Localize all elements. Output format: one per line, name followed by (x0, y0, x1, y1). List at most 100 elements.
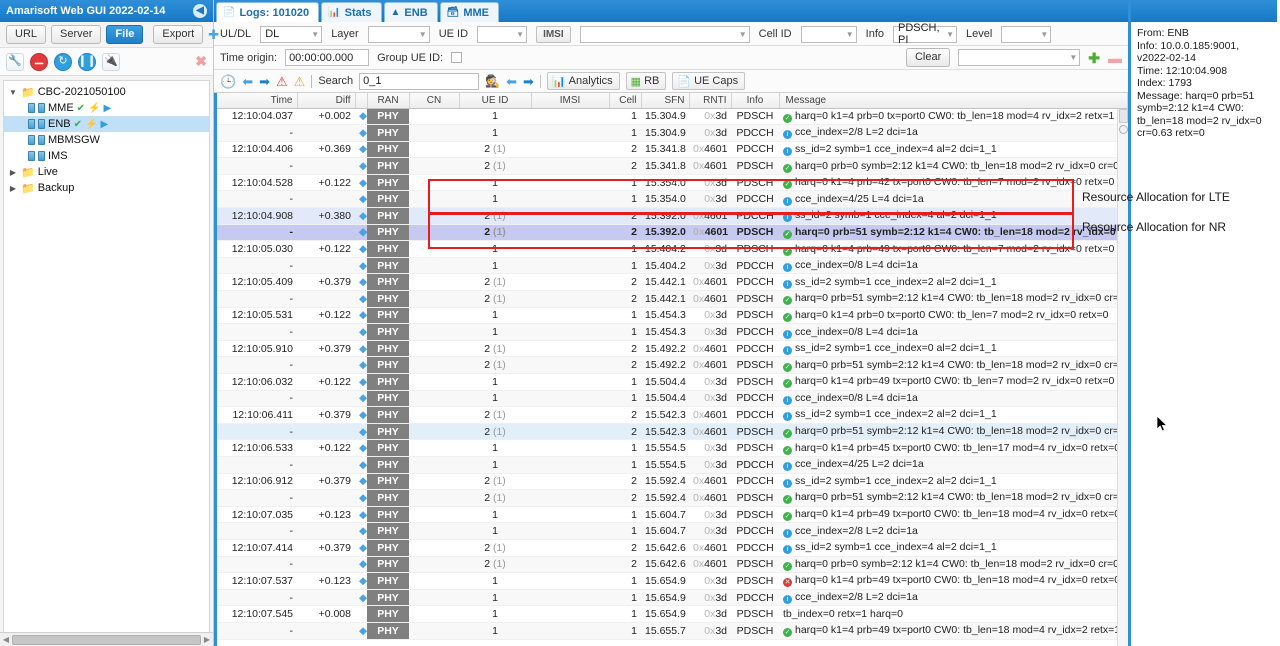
tree-node-backup[interactable]: ▶ 📁 Backup (4, 180, 209, 196)
arrow-left-icon[interactable]: ⬅ (242, 75, 253, 88)
minus-icon[interactable]: ▬ (1108, 51, 1122, 65)
scroll-marker[interactable] (1119, 125, 1128, 134)
table-row[interactable]: - ◆ PHY 1 1 15.304.9 0x3d PDCCH i cce_index=2/8 L… (217, 124, 1128, 142)
col-header-ran[interactable]: RAN (367, 93, 410, 109)
table-row[interactable]: 12:10:05.910 +0.379 ◆ PHY 2 (1) 2 15.492.2 0x46… (217, 340, 1128, 358)
table-row[interactable]: 12:10:07.545 +0.008 PHY 1 1 15.654.9 0x3d PDSCH… (217, 605, 1128, 623)
tree-node-mme[interactable]: MME ✔ ⚡ ▶ (4, 100, 209, 116)
preset-select[interactable]: ▼ (958, 49, 1081, 66)
arrow-right-icon[interactable]: ➡ (259, 75, 270, 88)
tab-mme[interactable]: 🗃 MME (439, 2, 500, 22)
col-header-cn[interactable]: CN (409, 93, 460, 109)
table-row[interactable]: - ◆ PHY 2 (1) 2 15.341.8 0x4601 PDSCH ✓ harq=0 pr… (217, 157, 1128, 175)
table-row[interactable]: 12:10:05.030 +0.122 ◆ PHY 1 1 15.404.2 0x3d PDSC… (217, 240, 1128, 258)
table-row[interactable]: 12:10:04.406 +0.369 ◆ PHY 2 (1) 2 15.341.8 0x46… (217, 141, 1128, 159)
table-row[interactable]: 12:10:04.908 +0.380 ◆ PHY 2 (1) 2 15.392.0 0x46… (217, 207, 1128, 225)
tree-node-live[interactable]: ▶ 📁 Live (4, 164, 209, 180)
binoculars-icon[interactable]: 🕵 (485, 74, 500, 88)
col-header-imsi[interactable]: IMSI (531, 93, 610, 109)
table-row[interactable]: - ◆ PHY 1 1 15.655.7 0x3d PDSCH ✓ harq=0 k1=4 prb… (217, 622, 1128, 640)
table-row[interactable]: 12:10:05.531 +0.122 ◆ PHY 1 1 15.454.3 0x3d PDSC… (217, 307, 1128, 325)
col-header-sfn[interactable]: SFN (641, 93, 690, 109)
table-row[interactable]: 12:10:06.912 +0.379 ◆ PHY 2 (1) 2 15.592.4 0x46… (217, 473, 1128, 491)
wrench-icon[interactable]: 🔧 (6, 52, 24, 71)
sidebar-horizontal-scrollbar[interactable]: ◀ ▶ (0, 632, 213, 646)
status-play-icon[interactable]: ▶ (100, 119, 108, 130)
scroll-right-icon[interactable]: ▶ (201, 635, 213, 644)
col-header-info[interactable]: Info (731, 93, 780, 109)
clock-icon[interactable]: 🕒 (220, 75, 236, 88)
scroll-thumb[interactable] (1119, 109, 1128, 123)
table-row[interactable]: 12:10:06.533 +0.122 ◆ PHY 1 1 15.554.5 0x3d PDSC… (217, 439, 1128, 457)
col-header-cell[interactable]: Cell (609, 93, 642, 109)
table-row[interactable]: - ◆ PHY 1 1 15.604.7 0x3d PDCCH i cce_index=2/8 L… (217, 522, 1128, 540)
table-row[interactable]: 12:10:04.528 +0.122 ◆ PHY 1 1 15.354.0 0x3d PDSC… (217, 174, 1128, 192)
reload-icon[interactable]: ↻ (54, 52, 72, 71)
pause-icon[interactable]: ❙❙ (78, 52, 96, 71)
table-row[interactable]: - ◆ PHY 2 (1) 2 15.392.0 0x4601 PDSCH ✓ harq=0 pr… (217, 224, 1128, 242)
col-header-message[interactable]: Message (779, 93, 1128, 109)
table-row[interactable]: - ◆ PHY 2 (1) 2 15.492.2 0x4601 PDSCH ✓ harq=0 pr… (217, 356, 1128, 374)
search-prev-icon[interactable]: ⬅ (506, 75, 517, 88)
chevron-down-icon[interactable]: ▼ (8, 88, 18, 97)
export-button[interactable]: Export (153, 25, 204, 44)
tab-logs[interactable]: 📄 Logs: 101020 (216, 2, 320, 22)
chevron-left-icon[interactable]: ◀ (193, 4, 207, 18)
table-row[interactable]: - ◆ PHY 1 1 15.504.4 0x3d PDCCH i cce_index=0/8 L… (217, 390, 1128, 408)
cellid-select[interactable]: ▼ (800, 25, 857, 43)
table-row[interactable]: - ◆ PHY 1 1 15.404.2 0x3d PDCCH i cce_index=0/8 L… (217, 257, 1128, 275)
info-select[interactable]: PDSCH, PI ▼ (893, 22, 957, 46)
chevron-right-icon[interactable]: ▶ (8, 184, 18, 193)
add-source-icon[interactable]: ✚ (208, 28, 219, 41)
uldl-select[interactable]: DL ▼ (260, 25, 323, 43)
layer-select[interactable]: ▼ (367, 25, 430, 43)
table-row[interactable]: 12:10:06.411 +0.379 ◆ PHY 2 (1) 2 15.542.3 0x46… (217, 406, 1128, 424)
tab-enb[interactable]: ▲ ENB (383, 2, 438, 22)
tree-node-enb[interactable]: ENB ✔ ⚡ ▶ (4, 116, 209, 132)
warning-icon[interactable]: ⚠ (294, 75, 306, 88)
group-ueid-checkbox[interactable] (451, 52, 463, 63)
search-next-icon[interactable]: ➡ (523, 75, 534, 88)
level-select[interactable]: ▼ (1001, 25, 1052, 43)
imsi-button[interactable]: IMSI (536, 25, 571, 43)
plug-icon[interactable]: 🔌 (102, 52, 120, 71)
table-row[interactable]: - ◆ PHY 2 (1) 2 15.442.1 0x4601 PDSCH ✓ harq=0 pr… (217, 290, 1128, 308)
uecaps-button[interactable]: 📄 UE Caps (672, 72, 746, 90)
table-row[interactable]: - ◆ PHY 2 (1) 2 15.542.3 0x4601 PDSCH ✓ harq=0 pr… (217, 423, 1128, 441)
table-row[interactable]: 12:10:06.032 +0.122 ◆ PHY 1 1 15.504.4 0x3d PDSC… (217, 373, 1128, 391)
tree-node-ims[interactable]: IMS (4, 148, 209, 164)
col-header-diff[interactable]: Diff (297, 93, 356, 109)
search-input[interactable]: 0_1 (359, 72, 480, 90)
plus-icon[interactable]: ✚ (1088, 51, 1100, 65)
stop-icon[interactable]: ⚊ (30, 52, 48, 71)
table-row[interactable]: 12:10:07.035 +0.123 ◆ PHY 1 1 15.604.7 0x3d PDSC… (217, 506, 1128, 524)
col-header-ueid[interactable]: UE ID (459, 93, 532, 109)
table-row[interactable]: - ◆ PHY 1 1 15.554.5 0x3d PDCCH i cce_index=4/25 … (217, 456, 1128, 474)
clear-button[interactable]: Clear (905, 48, 951, 67)
tree-node-cbc[interactable]: ▼ 📁 CBC-2021050100 (4, 84, 209, 100)
analytics-button[interactable]: 📊 Analytics (546, 72, 620, 90)
table-row[interactable]: - ◆ PHY 1 1 15.354.0 0x3d PDCCH i cce_index=4/25 … (217, 190, 1128, 209)
table-row[interactable]: - ◆ PHY 2 (1) 2 15.592.4 0x4601 PDSCH ✓ harq=0 pr… (217, 489, 1128, 507)
status-play-icon[interactable]: ▶ (104, 103, 112, 114)
table-row[interactable]: - ◆ PHY 2 (1) 2 15.642.6 0x4601 PDSCH ✓ harq=0 pr… (217, 556, 1128, 574)
col-header-time[interactable]: Time (217, 93, 298, 109)
table-row[interactable]: 12:10:05.409 +0.379 ◆ PHY 2 (1) 2 15.442.1 0x46… (217, 273, 1128, 292)
table-row[interactable]: 12:10:07.414 +0.379 ◆ PHY 2 (1) 2 15.642.6 0x46… (217, 539, 1128, 557)
source-url-button[interactable]: URL (6, 25, 47, 44)
tree-node-mbmsgw[interactable]: MBMSGW (4, 132, 209, 148)
scroll-left-icon[interactable]: ◀ (0, 635, 12, 644)
rb-button[interactable]: ▦ RB (625, 72, 667, 90)
scroll-thumb[interactable] (12, 634, 201, 645)
table-row[interactable]: - ◆ PHY 1 1 15.654.9 0x3d PDCCH i cce_index=2/8 L… (217, 589, 1128, 607)
table-row[interactable]: 12:10:04.037 +0.002 ◆ PHY 1 1 15.304.9 0x3d PDSC… (217, 108, 1128, 126)
imsi-select[interactable]: ▼ (579, 25, 750, 43)
source-server-button[interactable]: Server (51, 25, 102, 44)
close-icon[interactable]: ✖ (195, 53, 207, 70)
table-row[interactable]: 12:10:07.537 +0.123 ◆ PHY 1 1 15.654.9 0x3d PDSC… (217, 572, 1128, 590)
col-header-rnti[interactable]: RNTI (689, 93, 732, 109)
time-origin-input[interactable]: 00:00:00.000 (285, 49, 370, 66)
ueid-select[interactable]: ▼ (477, 25, 528, 43)
source-file-button[interactable]: File (106, 25, 144, 44)
table-row[interactable]: - ◆ PHY 1 1 15.454.3 0x3d PDCCH i cce_index=0/8 L… (217, 323, 1128, 341)
